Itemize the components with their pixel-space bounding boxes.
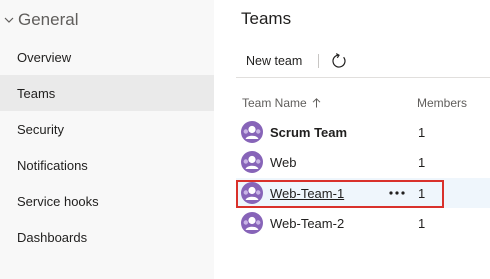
sidebar-item-label: Teams bbox=[17, 85, 56, 101]
main-content: Teams New team Team Name Members Scrum T… bbox=[214, 0, 490, 279]
member-count: 1 bbox=[418, 124, 426, 140]
sidebar-item-dashboards[interactable]: Dashboards bbox=[0, 219, 214, 255]
team-avatar-icon bbox=[241, 151, 263, 173]
toolbar-divider bbox=[318, 53, 320, 68]
team-name-link[interactable]: Web-Team-1 bbox=[270, 186, 344, 201]
sidebar-item-label: Service hooks bbox=[17, 193, 99, 209]
sidebar: General Overview Teams Security Notifica… bbox=[0, 0, 214, 279]
team-avatar-icon bbox=[241, 212, 263, 234]
member-count: 1 bbox=[418, 215, 426, 231]
member-count: 1 bbox=[418, 154, 426, 170]
team-name: Scrum Team bbox=[270, 124, 348, 140]
refresh-icon[interactable] bbox=[325, 47, 353, 75]
member-count: 1 bbox=[418, 185, 426, 201]
new-team-button[interactable]: New team bbox=[236, 47, 312, 75]
team-avatar-icon bbox=[241, 121, 263, 143]
team-avatar-icon bbox=[241, 182, 263, 204]
toolbar: New team bbox=[236, 44, 490, 78]
sidebar-item-label: Overview bbox=[17, 49, 72, 65]
sidebar-group-general[interactable]: General bbox=[0, 6, 78, 34]
column-header-members[interactable]: Members bbox=[417, 96, 467, 110]
sort-ascending-icon bbox=[312, 98, 321, 108]
chevron-down-icon[interactable] bbox=[0, 6, 18, 34]
column-header-team-name[interactable]: Team Name bbox=[242, 96, 321, 110]
team-name: Web bbox=[270, 154, 297, 170]
team-name: Web-Team-2 bbox=[270, 215, 345, 231]
table-row[interactable]: Scrum Team 1 bbox=[236, 117, 490, 147]
sidebar-item-label: Notifications bbox=[17, 157, 88, 173]
sidebar-item-overview[interactable]: Overview bbox=[0, 39, 214, 75]
more-actions-icon[interactable] bbox=[388, 185, 406, 201]
sidebar-group-title: General bbox=[18, 10, 79, 29]
sidebar-item-teams[interactable]: Teams bbox=[0, 75, 214, 111]
sidebar-item-label: Security bbox=[17, 121, 64, 137]
table-row[interactable]: Web-Team-2 1 bbox=[236, 208, 490, 238]
sidebar-item-service-hooks[interactable]: Service hooks bbox=[0, 183, 214, 219]
page-title: Teams bbox=[241, 9, 292, 28]
table-row[interactable]: Web-Team-1 1 bbox=[236, 178, 490, 208]
sidebar-item-security[interactable]: Security bbox=[0, 111, 214, 147]
sidebar-item-label: Dashboards bbox=[17, 229, 88, 245]
column-header-label: Team Name bbox=[242, 96, 307, 110]
sidebar-item-notifications[interactable]: Notifications bbox=[0, 147, 214, 183]
project-settings: General Overview Teams Security Notifica… bbox=[0, 0, 490, 279]
table-row[interactable]: Web 1 bbox=[236, 147, 490, 177]
